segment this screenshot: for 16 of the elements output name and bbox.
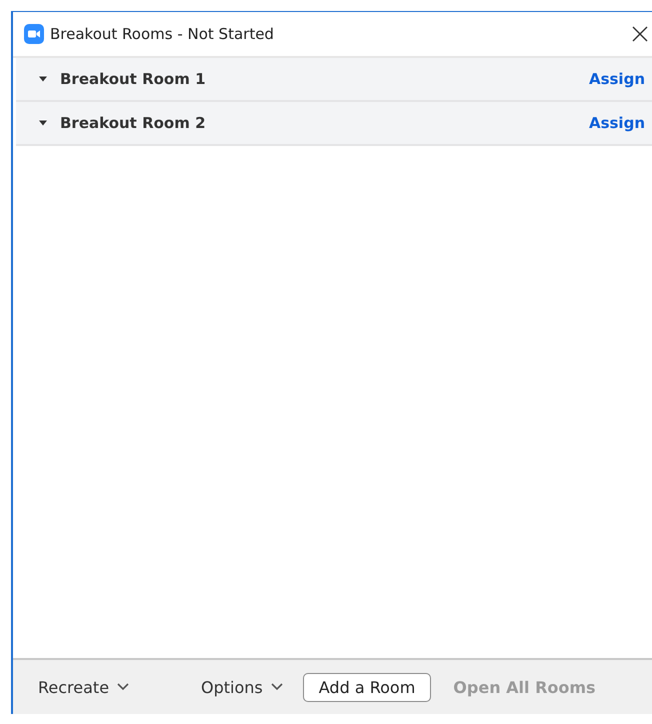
room-row[interactable]: Breakout Room 2 Assign <box>16 102 652 146</box>
close-icon[interactable] <box>632 26 648 42</box>
add-room-button[interactable]: Add a Room <box>302 672 432 702</box>
assign-link[interactable]: Assign <box>588 70 645 88</box>
caret-icon[interactable] <box>38 75 48 83</box>
video-camera-icon <box>24 24 44 44</box>
chevron-down-icon <box>270 683 283 691</box>
chevron-down-icon <box>117 683 130 691</box>
options-dropdown[interactable]: Options <box>201 678 283 696</box>
room-name: Breakout Room 2 <box>60 114 207 132</box>
recreate-dropdown[interactable]: Recreate <box>38 678 130 696</box>
window-title: Breakout Rooms - Not Started <box>50 25 275 43</box>
room-row[interactable]: Breakout Room 1 Assign <box>16 58 652 102</box>
assign-link[interactable]: Assign <box>588 114 645 132</box>
room-name: Breakout Room 1 <box>60 70 207 88</box>
caret-icon[interactable] <box>38 119 48 127</box>
